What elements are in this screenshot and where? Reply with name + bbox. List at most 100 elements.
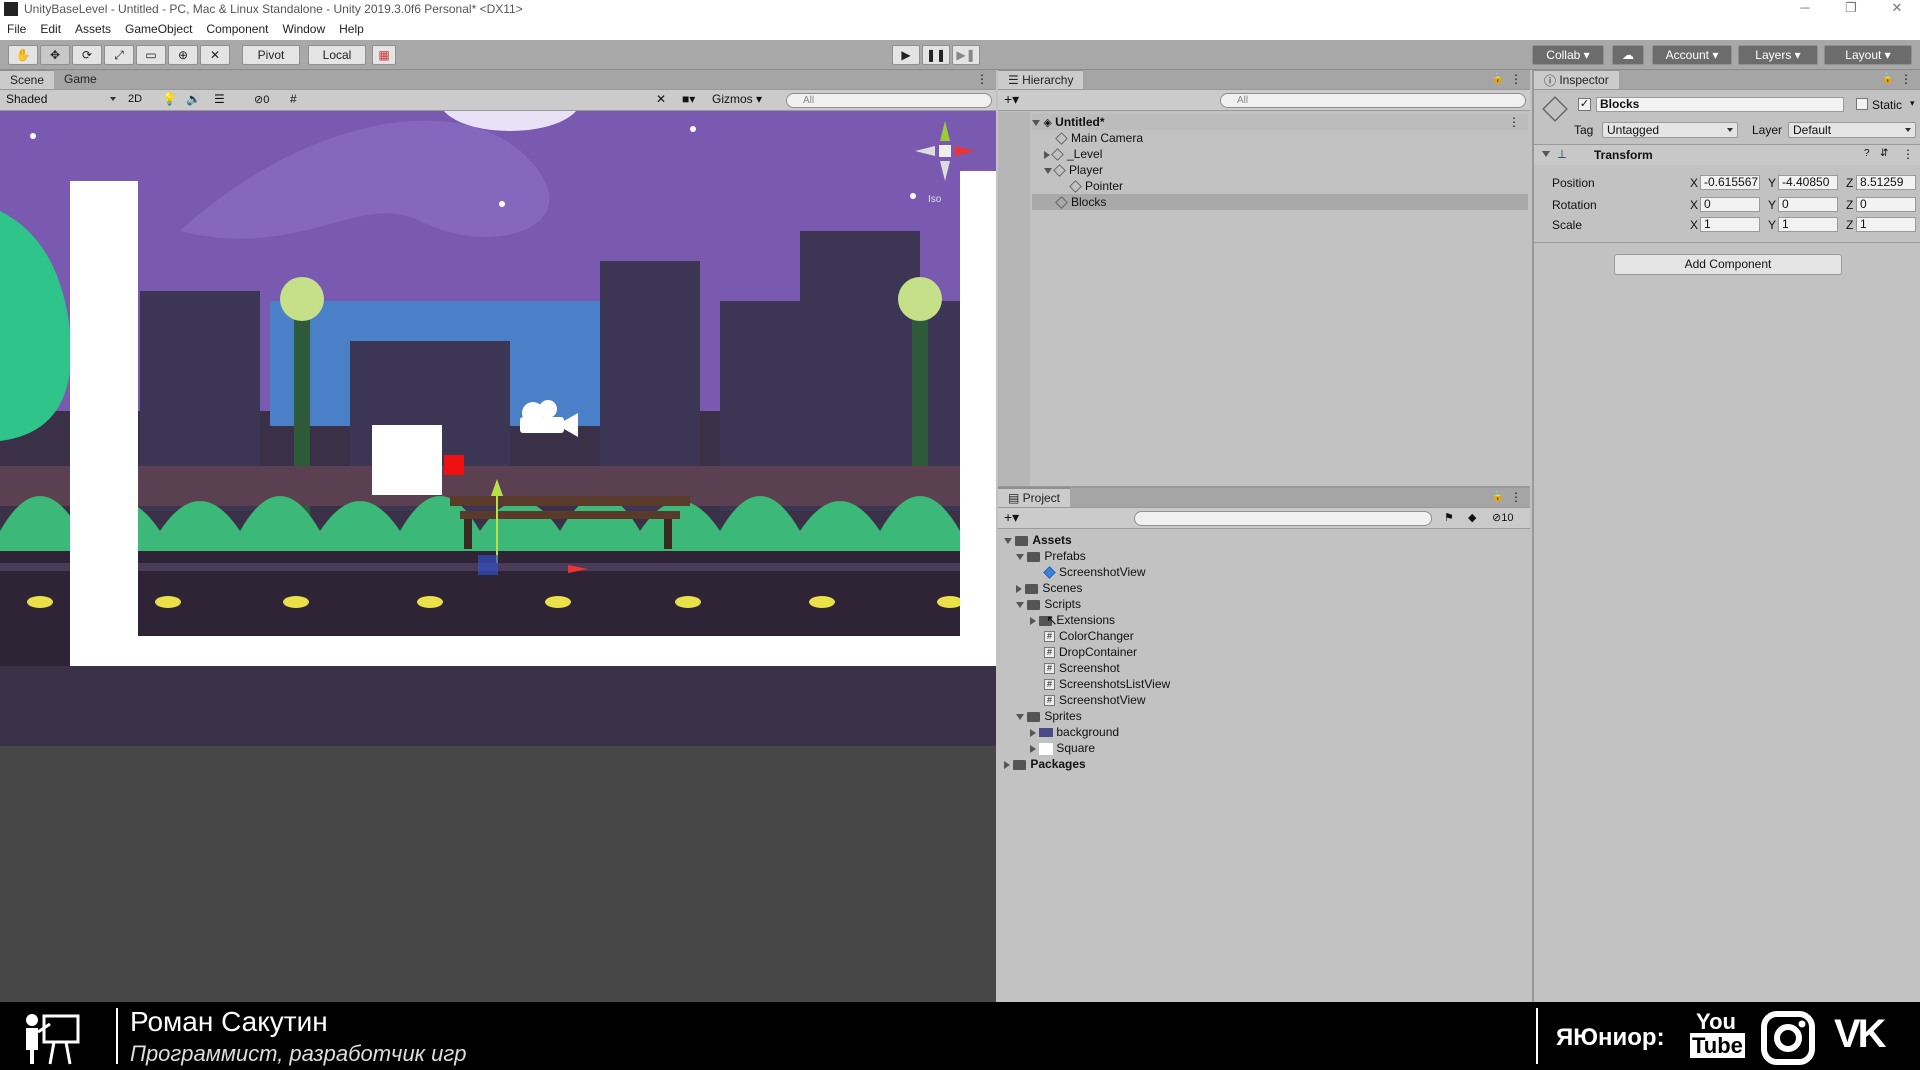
menu-file[interactable]: File bbox=[0, 22, 33, 36]
inspector-menu-icon[interactable]: ⋮ bbox=[1900, 72, 1912, 86]
collapse-arrow-icon[interactable] bbox=[1542, 151, 1550, 157]
project-item-scripts[interactable]: Scripts bbox=[1016, 596, 1081, 612]
close-button[interactable]: ✕ bbox=[1874, 0, 1920, 16]
layers-dropdown[interactable]: Layers ▾ bbox=[1738, 45, 1818, 65]
project-menu-icon[interactable]: ⋮ bbox=[1510, 490, 1522, 504]
scale-x-field[interactable]: 1 bbox=[1700, 217, 1760, 232]
expand-arrow-icon[interactable] bbox=[1030, 744, 1036, 753]
account-dropdown[interactable]: Account ▾ bbox=[1652, 45, 1732, 65]
lock-icon[interactable]: 🔒 bbox=[1492, 73, 1504, 84]
hierarchy-item-player[interactable]: Player bbox=[1044, 162, 1103, 178]
project-item-screenshotview-prefab[interactable]: ScreenshotView bbox=[1042, 564, 1146, 580]
effects-icon[interactable]: ☰ bbox=[214, 92, 225, 106]
expand-arrow-icon[interactable] bbox=[1016, 601, 1024, 608]
transform-header[interactable]: ⟂ Transform ? ⇵ ⋮ bbox=[1534, 145, 1920, 165]
position-x-field[interactable]: -0.615567 bbox=[1700, 175, 1760, 190]
static-checkbox[interactable] bbox=[1856, 98, 1868, 110]
project-item-colorchanger[interactable]: # ColorChanger bbox=[1044, 628, 1134, 644]
presets-icon[interactable]: ⇵ bbox=[1880, 148, 1888, 159]
hierarchy-item-blocks[interactable]: Blocks bbox=[1032, 194, 1528, 210]
hierarchy-menu-icon[interactable]: ⋮ bbox=[1510, 72, 1522, 86]
expand-arrow-icon[interactable] bbox=[1030, 616, 1036, 625]
scale-z-field[interactable]: 1 bbox=[1856, 217, 1916, 232]
project-item-scenes[interactable]: Scenes bbox=[1016, 580, 1082, 596]
scale-tool-icon[interactable]: ⤢ bbox=[104, 45, 134, 65]
move-tool-icon[interactable]: ✥ bbox=[40, 45, 70, 65]
maximize-button[interactable]: ❐ bbox=[1828, 0, 1874, 16]
object-name-field[interactable]: Blocks bbox=[1596, 97, 1844, 112]
project-item-screenshotslistview[interactable]: # ScreenshotsListView bbox=[1044, 676, 1170, 692]
expand-arrow-icon[interactable] bbox=[1016, 553, 1024, 560]
grid-snap-icon[interactable]: ▦ bbox=[372, 45, 396, 65]
hierarchy-item-main-camera[interactable]: Main Camera bbox=[1054, 130, 1143, 146]
project-item-dropcontainer[interactable]: # DropContainer bbox=[1044, 644, 1137, 660]
menu-component[interactable]: Component bbox=[199, 22, 275, 36]
project-item-assets[interactable]: Assets bbox=[1004, 532, 1072, 548]
filter-label-icon[interactable]: ◆ bbox=[1468, 511, 1476, 524]
tag-dropdown[interactable]: Untagged bbox=[1602, 122, 1738, 138]
tab-game[interactable]: Game bbox=[54, 69, 107, 89]
custom-tool-icon[interactable]: ✕ bbox=[200, 45, 230, 65]
hierarchy-search-input[interactable]: All bbox=[1220, 93, 1526, 108]
expand-arrow-icon[interactable] bbox=[1044, 150, 1050, 159]
rotate-tool-icon[interactable]: ⟳ bbox=[72, 45, 102, 65]
scene-search-input[interactable]: All bbox=[786, 93, 992, 108]
tab-inspector[interactable]: ⓘ Inspector bbox=[1534, 69, 1619, 89]
project-item-screenshotview-script[interactable]: # ScreenshotView bbox=[1044, 692, 1146, 708]
scale-y-field[interactable]: 1 bbox=[1778, 217, 1838, 232]
layer-dropdown[interactable]: Default bbox=[1788, 122, 1916, 138]
project-item-square[interactable]: Square bbox=[1030, 740, 1095, 756]
scene-viewport[interactable]: Iso bbox=[0, 111, 996, 746]
shading-dropdown[interactable]: Shaded bbox=[2, 92, 120, 108]
project-search-input[interactable] bbox=[1134, 511, 1432, 526]
rotation-y-field[interactable]: 0 bbox=[1778, 197, 1838, 212]
tab-project[interactable]: ▤ Project bbox=[998, 487, 1071, 507]
menu-edit[interactable]: Edit bbox=[33, 22, 68, 36]
hierarchy-item-untitled[interactable]: ◈ Untitled* ⋮ bbox=[1032, 114, 1528, 130]
project-item-background[interactable]: background bbox=[1030, 724, 1119, 740]
lock-icon[interactable]: 🔒 bbox=[1492, 491, 1504, 502]
expand-arrow-icon[interactable] bbox=[1032, 119, 1040, 126]
lighting-icon[interactable]: 💡 bbox=[162, 92, 177, 106]
minimize-button[interactable]: ─ bbox=[1782, 0, 1828, 16]
hand-tool-icon[interactable]: ✋ bbox=[8, 45, 38, 65]
expand-arrow-icon[interactable] bbox=[1030, 728, 1036, 737]
static-dropdown-arrow-icon[interactable]: ▾ bbox=[1910, 98, 1915, 109]
project-item-sprites[interactable]: Sprites bbox=[1016, 708, 1082, 724]
menu-help[interactable]: Help bbox=[332, 22, 371, 36]
play-button[interactable]: ▶ bbox=[892, 45, 920, 65]
tools-icon[interactable]: ✕ bbox=[656, 92, 666, 106]
expand-arrow-icon[interactable] bbox=[1016, 713, 1024, 720]
expand-arrow-icon[interactable] bbox=[1044, 167, 1052, 174]
vk-icon[interactable]: VK bbox=[1834, 1012, 1887, 1057]
layout-dropdown[interactable]: Layout ▾ bbox=[1824, 45, 1912, 65]
rect-tool-icon[interactable]: ▭ bbox=[136, 45, 166, 65]
project-item-extensions[interactable]: Extensions bbox=[1030, 612, 1115, 628]
menu-gameobject[interactable]: GameObject bbox=[118, 22, 199, 36]
hierarchy-add-button[interactable]: +▾ bbox=[1004, 91, 1019, 108]
local-toggle[interactable]: Local bbox=[308, 45, 366, 65]
active-checkbox[interactable]: ✓ bbox=[1578, 98, 1591, 111]
hierarchy-item-pointer[interactable]: Pointer bbox=[1068, 178, 1123, 194]
project-item-screenshot[interactable]: # Screenshot bbox=[1044, 660, 1120, 676]
cloud-icon[interactable]: ☁ bbox=[1612, 45, 1644, 65]
grid-icon[interactable]: # bbox=[290, 92, 297, 106]
pivot-toggle[interactable]: Pivot bbox=[242, 45, 300, 65]
scene-menu-icon[interactable]: ⋮ bbox=[976, 72, 988, 86]
help-icon[interactable]: ? bbox=[1864, 148, 1870, 159]
hierarchy-item-level[interactable]: _Level bbox=[1044, 146, 1102, 162]
project-item-prefabs[interactable]: Prefabs bbox=[1016, 548, 1086, 564]
menu-assets[interactable]: Assets bbox=[68, 22, 118, 36]
expand-arrow-icon[interactable] bbox=[1004, 537, 1012, 544]
component-menu-icon[interactable]: ⋮ bbox=[1902, 147, 1914, 161]
project-add-button[interactable]: +▾ bbox=[1004, 509, 1019, 526]
expand-arrow-icon[interactable] bbox=[1016, 584, 1022, 593]
project-item-packages[interactable]: Packages bbox=[1004, 756, 1086, 772]
add-component-button[interactable]: Add Component bbox=[1614, 254, 1842, 275]
tab-scene[interactable]: Scene bbox=[0, 69, 55, 89]
position-y-field[interactable]: -4.40850 bbox=[1778, 175, 1838, 190]
collab-dropdown[interactable]: Collab ▾ bbox=[1532, 45, 1604, 65]
hidden-objects-count[interactable]: ⊘0 bbox=[254, 93, 269, 106]
scene-item-menu-icon[interactable]: ⋮ bbox=[1508, 114, 1520, 130]
filter-type-icon[interactable]: ⚑ bbox=[1444, 511, 1454, 524]
